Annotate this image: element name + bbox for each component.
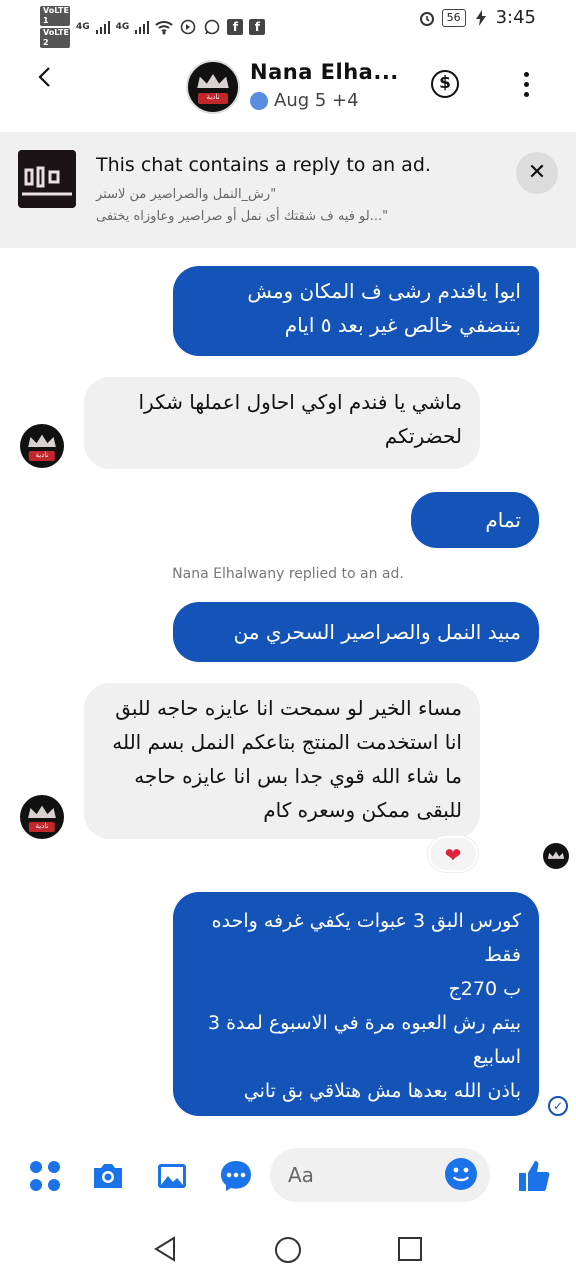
ad-thumbnail: [18, 150, 76, 208]
system-message: Nana Elhalwany replied to an ad.: [172, 566, 404, 582]
avatar-label: نادية: [198, 93, 228, 104]
whatsapp-icon: [203, 18, 221, 36]
crown-icon: [28, 434, 56, 447]
close-banner-button[interactable]: ✕: [516, 152, 558, 194]
message-line: باذن الله بعدها مش هتلاقي بق تاني: [243, 1080, 521, 1102]
message-line: بيتم رش العبوه مرة في الاسبوع لمدة 3 اسا…: [207, 1012, 521, 1068]
status-dot-icon: [250, 91, 268, 110]
contact-subtitle-text: Aug 5 +4: [274, 90, 359, 111]
more-options-button[interactable]: [524, 72, 530, 98]
facebook-notification-icon-2: f: [249, 19, 266, 35]
message-outgoing[interactable]: مبيد النمل والصراصير السحري من لاستر: [173, 602, 539, 688]
seen-by-avatar: [543, 843, 569, 869]
wifi-icon: [155, 18, 173, 36]
heart-reaction[interactable]: ❤: [428, 836, 478, 872]
system-navigation-bar: [0, 1214, 576, 1280]
chat-bubble-icon[interactable]: [218, 1158, 254, 1194]
message-outgoing-multiline[interactable]: كورس البق 3 عبوات يكفي غرفه واحده فقط ب …: [173, 892, 539, 1116]
facebook-notification-icon: f: [227, 19, 244, 35]
crown-icon: [547, 851, 565, 859]
contact-name[interactable]: Nana Elha...: [250, 60, 399, 84]
payment-dollar-button[interactable]: $: [431, 70, 459, 98]
contact-subtitle: Aug 5 +4: [250, 90, 359, 111]
volte-1-label: VoLTE 1: [40, 6, 70, 26]
nav-home-icon[interactable]: [274, 1236, 302, 1268]
alarm-icon: [418, 9, 436, 27]
status-bar: VoLTE 1 VoLTE 2 4G 4G f f 56 3:45: [0, 0, 576, 48]
sender-avatar[interactable]: نادية: [20, 424, 64, 468]
signal-2-icon: [135, 20, 150, 34]
avatar-label: نادية: [28, 451, 56, 461]
message-outgoing[interactable]: ايوا يافندم رشى ف المكان ومش بتنضفي خالص…: [173, 266, 539, 356]
message-line: ب 270ج: [448, 978, 521, 1000]
ad-banner-line-2: "...لو فيه ف شقتك أى نمل أو صراصير وعاوز…: [96, 209, 389, 224]
message-incoming[interactable]: ماشي يا فندم اوكي احاول اعملها شكرا لحضر…: [84, 377, 480, 469]
message-outgoing[interactable]: تمام يافندم: [411, 492, 539, 572]
contact-avatar[interactable]: نادية: [186, 60, 240, 114]
message-input-placeholder: Aa: [288, 1163, 314, 1187]
crown-icon: [197, 74, 229, 88]
crown-icon: [28, 805, 56, 818]
network-type-2: 4G: [115, 22, 130, 32]
clock: 3:45: [495, 7, 536, 28]
signal-1-icon: [95, 20, 110, 34]
avatar-label: نادية: [28, 822, 56, 832]
network-type-1: 4G: [76, 22, 90, 32]
ad-banner-line-1: "رش_النمل والصراصير من لاستر: [96, 187, 277, 202]
delivered-check-icon: ✓: [548, 1096, 568, 1116]
chat-header: نادية Nana Elha... Aug 5 +4 $: [0, 38, 576, 130]
back-button[interactable]: [34, 66, 56, 88]
data-saver-icon: [179, 18, 197, 36]
message-incoming[interactable]: مساء الخير لو سمحت انا عايزه حاجه للبق ا…: [84, 683, 480, 839]
composer-bar: Aa: [0, 1140, 576, 1214]
camera-icon[interactable]: [90, 1158, 126, 1194]
sender-avatar[interactable]: نادية: [20, 795, 64, 839]
like-thumb-icon[interactable]: [516, 1158, 552, 1194]
nav-recents-icon[interactable]: [398, 1237, 422, 1265]
message-line: كورس البق 3 عبوات يكفي غرفه واحده فقط: [211, 910, 521, 966]
gallery-icon[interactable]: [154, 1158, 190, 1194]
ad-banner-title: This chat contains a reply to an ad.: [96, 154, 431, 176]
charging-icon: [472, 9, 490, 27]
message-input[interactable]: Aa: [270, 1148, 490, 1202]
more-actions-grid-icon[interactable]: [27, 1158, 63, 1194]
ad-reply-banner[interactable]: This chat contains a reply to an ad. "رش…: [0, 132, 576, 248]
nav-back-icon[interactable]: [152, 1236, 178, 1266]
battery-indicator: 56: [441, 8, 466, 27]
emoji-icon[interactable]: [445, 1158, 477, 1190]
